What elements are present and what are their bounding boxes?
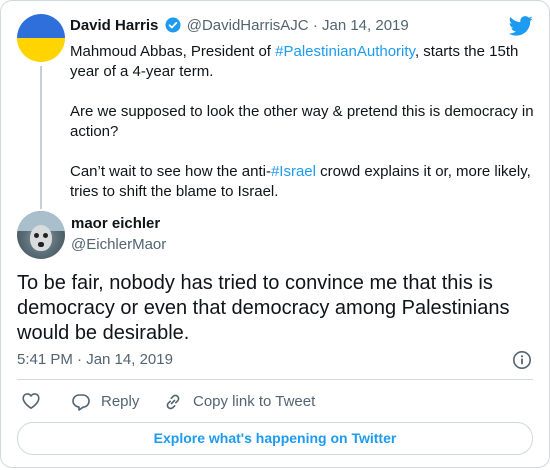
parent-author-name[interactable]: David Harris — [70, 17, 158, 34]
reply-bubble-icon — [71, 392, 91, 412]
parent-tweet-date[interactable]: Jan 14, 2019 — [322, 17, 409, 34]
hashtag-link[interactable]: #PalestinianAuthority — [275, 43, 415, 60]
explore-twitter-button[interactable]: Explore what's happening on Twitter — [17, 422, 533, 455]
paragraph-text: Are we supposed to look the other way & … — [70, 103, 534, 140]
reply-label: Reply — [101, 393, 140, 410]
info-icon[interactable] — [512, 350, 532, 370]
paragraph-text: Can’t wait to see how the anti- — [70, 163, 271, 180]
link-icon — [163, 392, 183, 412]
parent-paragraph: Can’t wait to see how the anti-#Israel c… — [70, 162, 538, 202]
verified-badge-icon — [165, 17, 181, 33]
parent-author-handle[interactable]: @DavidHarrisAJC — [187, 17, 309, 34]
avatar-eye — [34, 233, 39, 238]
copy-link-label: Copy link to Tweet — [193, 393, 316, 410]
parent-paragraph: Are we supposed to look the other way & … — [70, 102, 538, 142]
heart-icon — [21, 391, 41, 411]
paragraph-text: Mahmoud Abbas, President of — [70, 43, 276, 60]
parent-tweet-text: Mahmoud Abbas, President of #Palestinian… — [70, 42, 538, 222]
copy-link-button[interactable]: Copy link to Tweet — [163, 391, 315, 413]
thread-connector-line — [40, 66, 42, 209]
avatar-dog-head — [30, 225, 52, 251]
header-separator: · — [312, 17, 318, 34]
parent-paragraph: Mahmoud Abbas, President of #Palestinian… — [70, 42, 538, 82]
reply-author-handle[interactable]: @EichlerMaor — [71, 235, 166, 255]
reply-author-name[interactable]: maor eichler — [71, 214, 160, 234]
reply-button[interactable]: Reply — [71, 391, 139, 413]
like-button[interactable] — [21, 391, 41, 411]
parent-author-avatar[interactable] — [17, 14, 65, 62]
avatar-nose — [38, 242, 44, 247]
tweet-embed-card: David Harris @DavidHarrisAJC · Jan 14, 2… — [0, 0, 550, 468]
parent-tweet-header: David Harris @DavidHarrisAJC · Jan 14, 2… — [70, 16, 409, 36]
twitter-bird-icon[interactable] — [509, 16, 533, 36]
reply-tweet-text: To be fair, nobody has tried to convince… — [17, 272, 510, 344]
avatar-blue-stripe — [17, 14, 65, 38]
reply-author-avatar[interactable] — [17, 211, 65, 259]
avatar-eye — [43, 233, 48, 238]
hashtag-link[interactable]: #Israel — [271, 163, 316, 180]
tweet-timestamp[interactable]: 5:41 PM · Jan 14, 2019 — [17, 350, 173, 370]
divider — [17, 379, 533, 380]
avatar-yellow-stripe — [17, 38, 65, 62]
